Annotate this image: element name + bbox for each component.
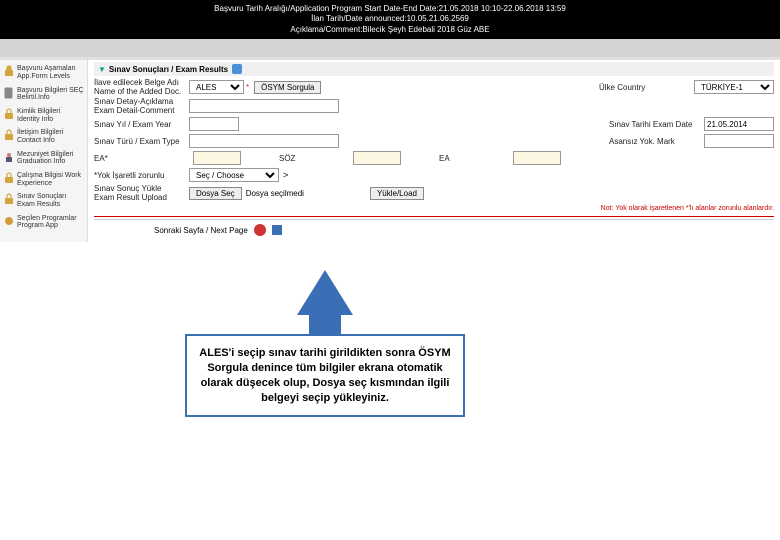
ea2-score bbox=[513, 151, 561, 165]
header-line2: İlan Tarih/Date announced:10.05.21.06.25… bbox=[0, 14, 780, 24]
collapse-icon[interactable]: ▼ bbox=[98, 65, 106, 74]
lock-icon bbox=[3, 108, 15, 120]
sidebar-label: Çalışma Bilgisi Work Experience bbox=[17, 172, 84, 187]
country-label: Ülke Country bbox=[599, 83, 694, 92]
grad-icon bbox=[3, 151, 15, 163]
next-icon[interactable] bbox=[254, 224, 266, 236]
callout-arrow-icon bbox=[297, 270, 353, 315]
sidebar-item-contact[interactable]: İletişim Bilgileri Contact Info bbox=[0, 126, 87, 147]
choose-select[interactable]: Seç / Choose bbox=[189, 168, 279, 182]
sidebar-label: İletişim Bilgileri Contact Info bbox=[17, 129, 84, 144]
sidebar-item-programs[interactable]: Seçilen Programlar Program App bbox=[0, 212, 87, 233]
arrow-icon: > bbox=[283, 170, 288, 180]
examdate-input[interactable] bbox=[704, 117, 774, 131]
lock-icon bbox=[3, 193, 15, 205]
lock-icon bbox=[3, 65, 15, 77]
next-label: Sonraki Sayfa / Next Page bbox=[154, 226, 248, 235]
upload-button[interactable]: Yükle/Load bbox=[370, 187, 424, 200]
sidebar-label: Mezuniyet Bilgileri Graduation Info bbox=[17, 151, 84, 166]
file-choose-button[interactable]: Dosya Seç bbox=[189, 187, 242, 200]
section-header: ▼ Sınav Sonuçları / Exam Results bbox=[94, 62, 774, 76]
yok-label: *Yok İşaretli zorunlu bbox=[94, 171, 189, 180]
upload-label: Sınav Sonuç Yükle Exam Result Upload bbox=[94, 184, 189, 202]
gray-band bbox=[0, 39, 780, 57]
section-title: Sınav Sonuçları / Exam Results bbox=[109, 65, 228, 74]
score-input[interactable] bbox=[704, 134, 774, 148]
sidebar-item-exam-results[interactable]: Sınav Sonuçları Exam Results bbox=[0, 190, 87, 211]
refresh-icon[interactable] bbox=[232, 64, 242, 74]
sidebar-label: Kimlik Bilgileri Identity Info bbox=[17, 108, 84, 123]
next-page-row: Sonraki Sayfa / Next Page bbox=[94, 219, 774, 240]
sidebar-item-app-info[interactable]: Başvuru Bilgileri SEÇ Belirtil.Info bbox=[0, 84, 87, 105]
year-label: Sınav Yıl / Exam Year bbox=[94, 120, 189, 129]
sidebar-label: Başvuru Bilgileri SEÇ Belirtil.Info bbox=[17, 87, 84, 102]
soz-score bbox=[353, 151, 401, 165]
sidebar-item-identity[interactable]: Kimlik Bilgileri Identity Info bbox=[0, 105, 87, 126]
type-label: Sınav Türü / Exam Type bbox=[94, 137, 189, 146]
exam-select[interactable]: ALES bbox=[189, 80, 244, 94]
callout: ALES'i seçip sınav tarihi girildikten so… bbox=[185, 270, 465, 417]
year-input[interactable] bbox=[189, 117, 239, 131]
header-line3: Açıklama/Comment:Bilecik Şeyh Edebali 20… bbox=[0, 25, 780, 35]
detail-label: Sınav Detay-Açıklama Exam Detail-Comment bbox=[94, 97, 189, 115]
lock-icon bbox=[3, 172, 15, 184]
sidebar-item-app-levels[interactable]: Başvuru Aşamaları App.Form Levels bbox=[0, 62, 87, 83]
osym-query-button[interactable]: ÖSYM Sorgula bbox=[254, 81, 321, 94]
content-area: ▼ Sınav Sonuçları / Exam Results İlave e… bbox=[88, 60, 780, 242]
callout-arrow-stem bbox=[309, 314, 341, 334]
sidebar: Başvuru Aşamaları App.Form Levels Başvur… bbox=[0, 60, 88, 242]
sidebar-item-graduation[interactable]: Mezuniyet Bilgileri Graduation Info bbox=[0, 148, 87, 169]
sidebar-item-work[interactable]: Çalışma Bilgisi Work Experience bbox=[0, 169, 87, 190]
ea2-label: EA bbox=[439, 154, 509, 163]
doc-icon bbox=[3, 87, 15, 99]
sidebar-label: Sınav Sonuçları Exam Results bbox=[17, 193, 84, 208]
sidebar-label: Başvuru Aşamaları App.Form Levels bbox=[17, 65, 84, 80]
required-note: Not: Yok olarak işaretlenen *'lı alanlar… bbox=[94, 203, 774, 214]
gear-icon bbox=[3, 215, 15, 227]
required-mark: * bbox=[246, 83, 249, 92]
soz-label: SÖZ bbox=[279, 154, 349, 163]
country-select[interactable]: TÜRKİYE-1 bbox=[694, 80, 774, 94]
detail-input[interactable] bbox=[189, 99, 339, 113]
red-divider bbox=[94, 216, 774, 217]
lock-icon bbox=[3, 129, 15, 141]
doc-label: İlave edilecek Belge Adı Name of the Add… bbox=[94, 78, 189, 96]
file-status: Dosya seçilmedi bbox=[246, 189, 304, 198]
callout-box: ALES'i seçip sınav tarihi girildikten so… bbox=[185, 334, 465, 417]
type-input[interactable] bbox=[189, 134, 339, 148]
examdate-label: Sınav Tarihi Exam Date bbox=[609, 120, 704, 129]
score-label: Asansız Yok. Mark bbox=[609, 137, 704, 146]
ea-label: EA* bbox=[94, 154, 189, 163]
header-line1: Başvuru Tarih Aralığı/Application Progra… bbox=[0, 4, 780, 14]
next-square-icon[interactable] bbox=[272, 225, 282, 235]
ea-score bbox=[193, 151, 241, 165]
header-bar: Başvuru Tarih Aralığı/Application Progra… bbox=[0, 0, 780, 39]
sidebar-label: Seçilen Programlar Program App bbox=[17, 215, 84, 230]
